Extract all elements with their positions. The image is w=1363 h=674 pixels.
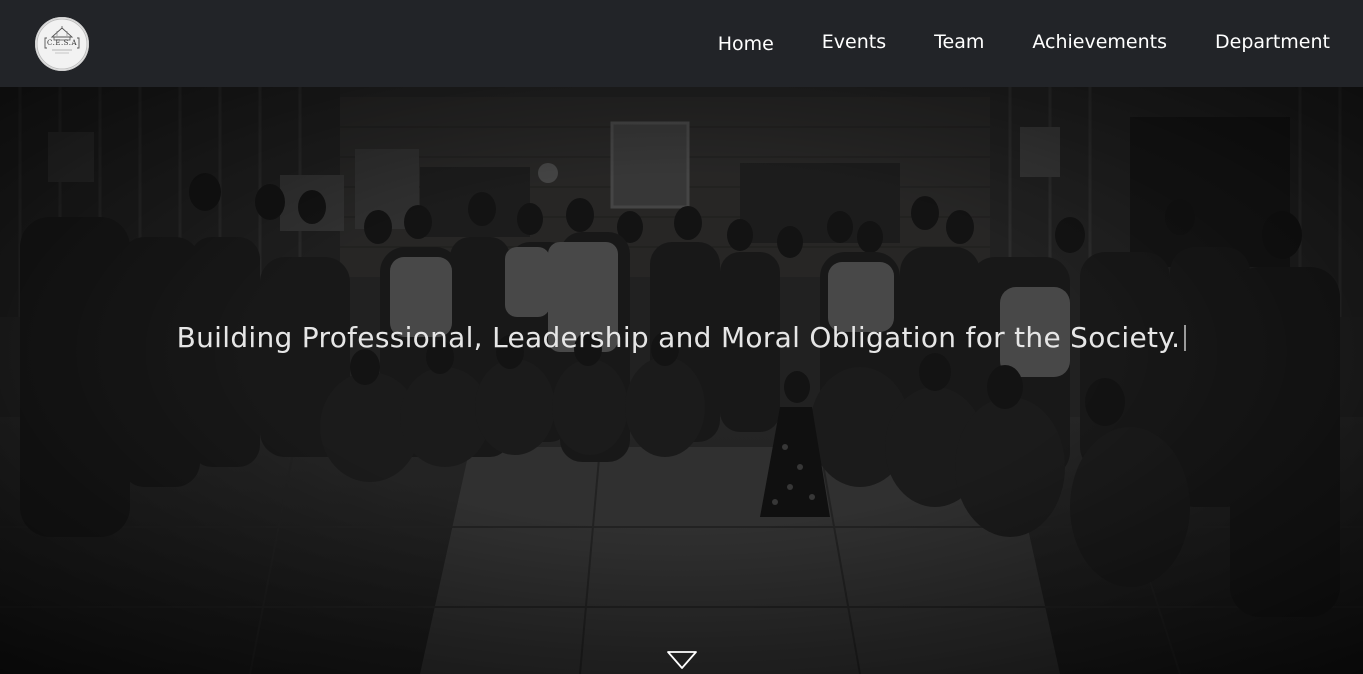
nav-department[interactable]: Department [1215,33,1330,52]
nav-home[interactable]: Home [718,35,774,54]
logo-text: C.E.S.A [47,39,77,47]
typing-cursor [1184,325,1187,351]
main-nav: Home Events Team Achievements Department [718,0,1330,87]
page: C.E.S.A Home Events Team Achievements De… [0,0,1363,674]
nav-events[interactable]: Events [822,33,886,52]
cesa-logo[interactable]: C.E.S.A [35,17,89,71]
navbar: C.E.S.A Home Events Team Achievements De… [0,0,1363,87]
hero-tagline: Building Professional, Leadership and Mo… [0,321,1363,354]
hero-section: Building Professional, Leadership and Mo… [0,87,1363,674]
chevron-down-triangle-icon[interactable] [666,649,698,671]
nav-achievements[interactable]: Achievements [1032,33,1167,52]
hero-dark-overlay [0,87,1363,674]
hero-tagline-text: Building Professional, Leadership and Mo… [176,321,1181,354]
nav-team[interactable]: Team [934,33,984,52]
